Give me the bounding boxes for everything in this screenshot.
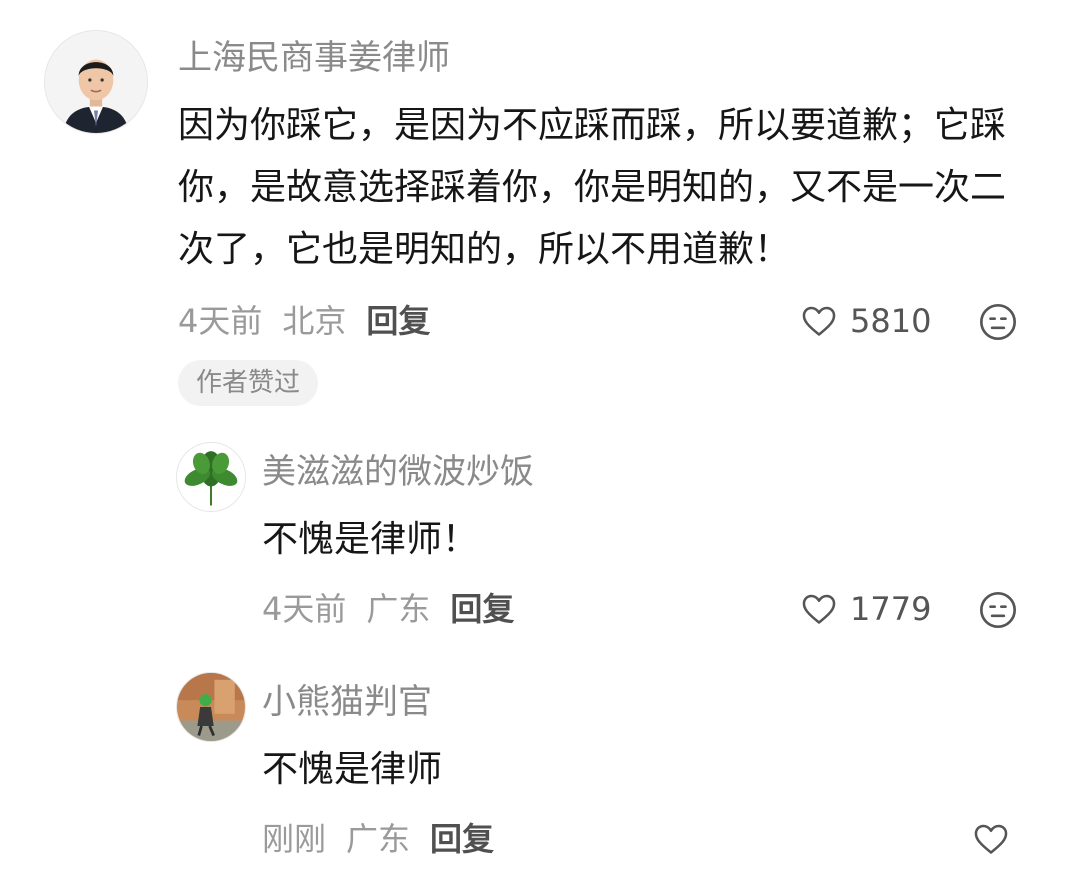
avatar[interactable] (44, 30, 148, 134)
heart-icon (802, 306, 836, 336)
username[interactable]: 美滋滋的微波炒饭 (262, 450, 534, 494)
comment-meta: 4天前 北京 回复 (178, 299, 450, 343)
comment-text: 不愧是律师 (262, 749, 443, 790)
author-liked-badge: 作者赞过 (178, 360, 319, 406)
comment-time: 4天前 (262, 590, 347, 628)
like-count: 1779 (850, 590, 932, 628)
lawyer-portrait-icon (45, 31, 147, 133)
comment-location: 广东 (346, 820, 411, 858)
reply-item: 美滋滋的微波炒饭 不愧是律师！ 4天前 广东 回复 1779 (0, 430, 1080, 650)
comment-meta: 4天前 广东 回复 (262, 587, 534, 631)
comment-location: 北京 (282, 302, 347, 340)
comment-text: 因为你踩它，是因为不应踩而踩，所以要道歉；它踩你，是故意选择踩着你，你是明知的，… (178, 105, 1007, 270)
heart-icon (974, 824, 1008, 854)
comment-text: 不愧是律师！ (262, 519, 479, 560)
reply-button[interactable]: 回复 (450, 590, 514, 628)
comment-location: 广东 (366, 590, 431, 628)
avatar[interactable] (176, 672, 246, 742)
leafy-plant-icon (177, 443, 245, 511)
reply-item: 小熊猫判官 不愧是律师 刚刚 广东 回复 (0, 660, 1080, 889)
comment-time: 4天前 (178, 302, 263, 340)
heart-icon (802, 594, 836, 624)
username[interactable]: 上海民商事姜律师 (178, 36, 450, 80)
reply-button[interactable]: 回复 (366, 302, 430, 340)
comment-time: 刚刚 (262, 820, 327, 858)
person-photo-icon (177, 673, 245, 741)
like-button[interactable] (972, 817, 1010, 861)
username[interactable]: 小熊猫判官 (262, 680, 432, 724)
comment-item: 上海民商事姜律师 因为你踩它，是因为不应踩而踩，所以要道歉；它踩你，是故意选择踩… (0, 0, 1080, 420)
meh-face-icon[interactable] (978, 302, 1018, 342)
reply-button[interactable]: 回复 (430, 820, 494, 858)
meh-face-icon[interactable] (978, 590, 1018, 630)
like-count: 5810 (850, 302, 932, 340)
avatar[interactable] (176, 442, 246, 512)
comment-meta: 刚刚 广东 回复 (262, 817, 514, 861)
like-button[interactable]: 5810 (800, 299, 931, 343)
like-button[interactable]: 1779 (800, 587, 931, 631)
